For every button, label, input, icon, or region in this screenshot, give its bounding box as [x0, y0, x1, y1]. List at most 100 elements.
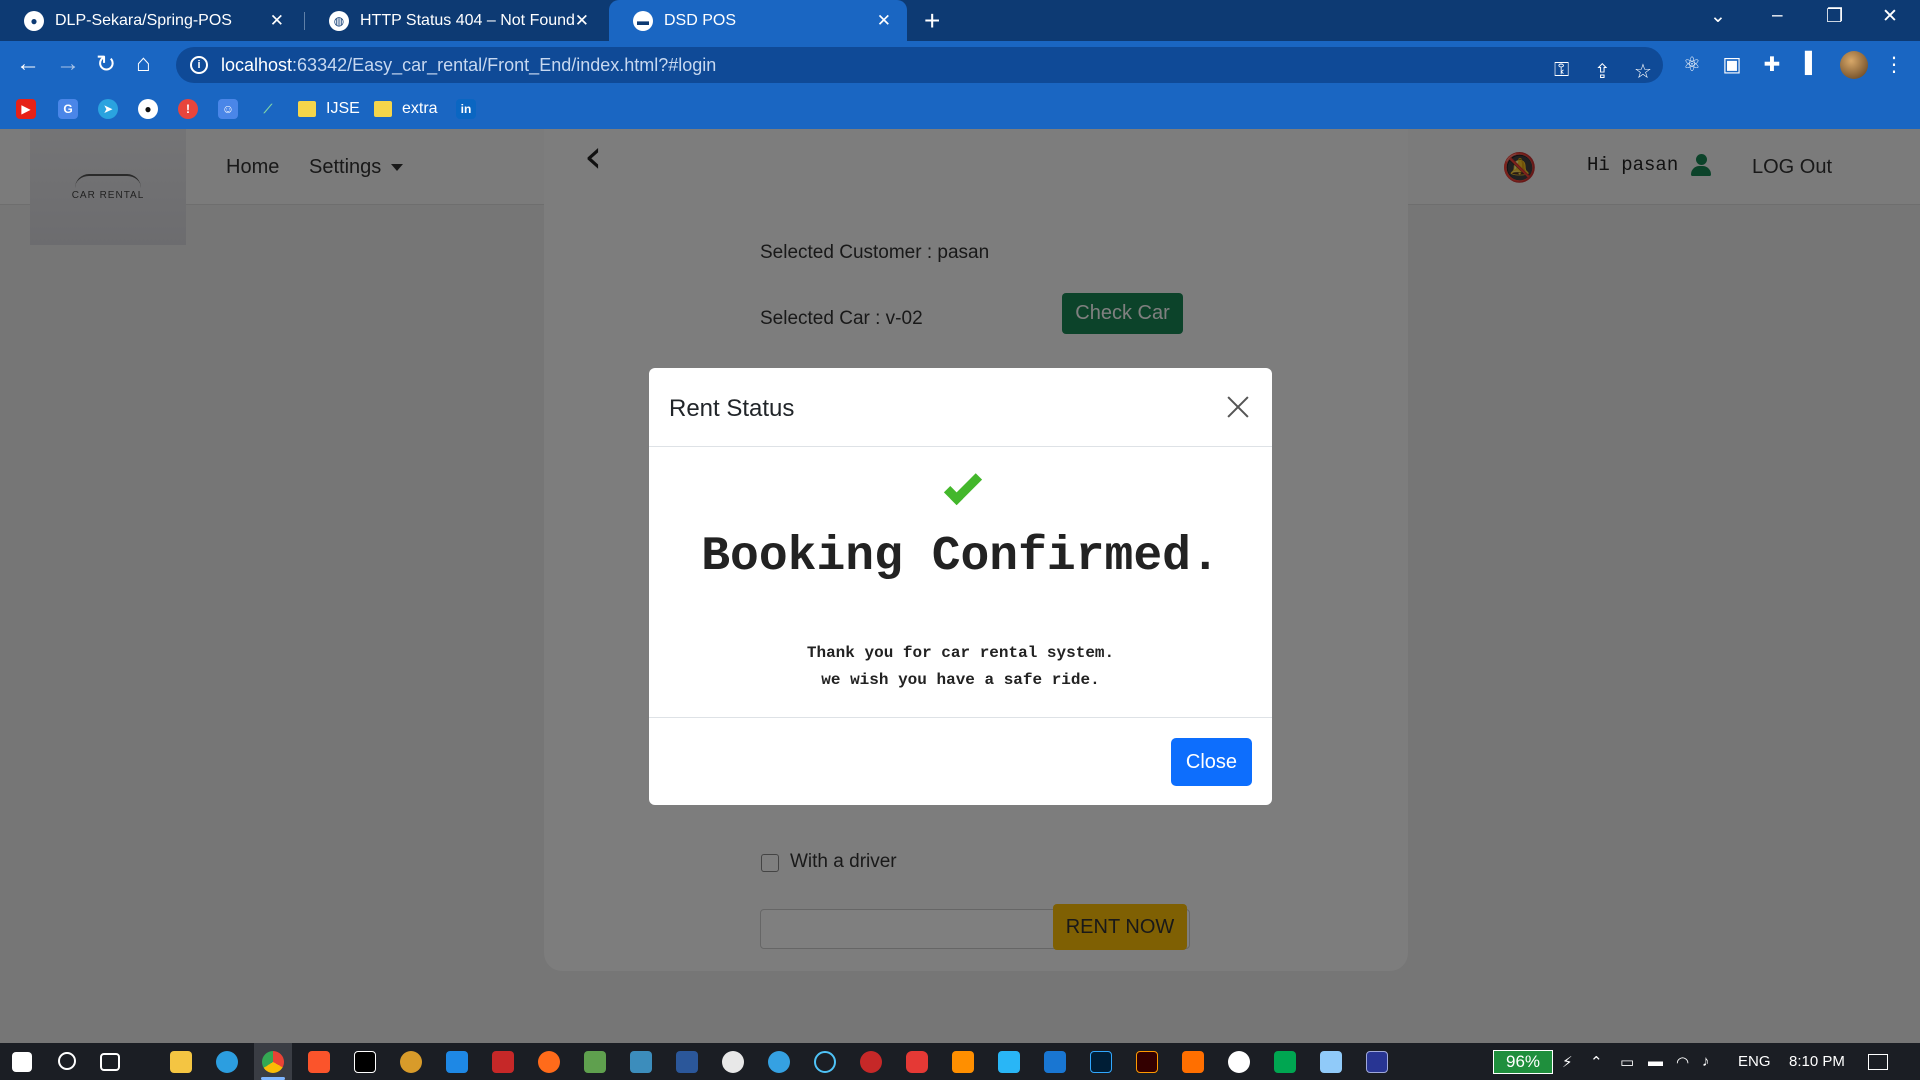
- forward-icon[interactable]: →: [56, 50, 80, 78]
- device-icon[interactable]: ▭: [1620, 1053, 1634, 1071]
- chart-bookmark[interactable]: ⟋: [258, 96, 288, 122]
- slack-icon[interactable]: [722, 1051, 744, 1073]
- recorder-icon[interactable]: [906, 1051, 928, 1073]
- browser-tab-strip: ● DLP-Sekara/Spring-POS ✕ ◍ HTTP Status …: [0, 0, 1920, 41]
- battery-icon[interactable]: ▬: [1648, 1053, 1663, 1070]
- photoshop-icon[interactable]: [1090, 1051, 1112, 1073]
- app-icon[interactable]: [860, 1051, 882, 1073]
- postman-icon[interactable]: [538, 1051, 560, 1073]
- mail-icon[interactable]: [1044, 1051, 1066, 1073]
- tab-label: HTTP Status 404 – Not Found: [360, 11, 575, 29]
- chevron-up-icon[interactable]: ⌃: [1590, 1053, 1603, 1071]
- linkedin-bookmark[interactable]: in: [456, 96, 486, 122]
- github-icon: ●: [138, 99, 158, 119]
- close-icon[interactable]: ✕: [575, 11, 589, 31]
- vlc-icon[interactable]: [952, 1051, 974, 1073]
- url-path: :63342/Easy_car_rental/Front_End/index.h…: [292, 54, 717, 75]
- contacts-bookmark[interactable]: ☺: [218, 96, 248, 122]
- task-view-icon[interactable]: [100, 1053, 120, 1071]
- modal-header: Rent Status: [649, 368, 1272, 447]
- clock[interactable]: 8:10 PM: [1789, 1053, 1845, 1070]
- file-explorer-icon[interactable]: [170, 1051, 192, 1073]
- side-panel-icon[interactable]: ▌: [1800, 52, 1824, 76]
- bookmark-folder-extra[interactable]: extra: [374, 96, 438, 122]
- node-icon[interactable]: [584, 1051, 606, 1073]
- bookmark-star-icon[interactable]: ☆: [1634, 59, 1652, 84]
- tab-spring-pos[interactable]: ● DLP-Sekara/Spring-POS ✕: [0, 0, 300, 41]
- translate-bookmark[interactable]: G: [58, 96, 88, 122]
- app-icon[interactable]: [400, 1051, 422, 1073]
- address-bar[interactable]: i localhost:63342/Easy_car_rental/Front_…: [176, 47, 1663, 83]
- app-icon[interactable]: [814, 1051, 836, 1073]
- bookmark-label: IJSE: [326, 100, 360, 117]
- minimize-icon[interactable]: –: [1772, 5, 1783, 27]
- rent-status-modal: Rent Status Booking Confirmed. Thank you…: [649, 368, 1272, 805]
- wifi-icon[interactable]: ◠: [1676, 1053, 1689, 1071]
- youtube-icon: ▶: [16, 99, 36, 119]
- window-close-icon[interactable]: ✕: [1882, 5, 1898, 28]
- word-icon[interactable]: [676, 1051, 698, 1073]
- app-icon[interactable]: [1366, 1051, 1388, 1073]
- app-icon[interactable]: [630, 1051, 652, 1073]
- charging-icon: ⚡: [1562, 1054, 1573, 1071]
- alert-icon: !: [178, 99, 198, 119]
- share-icon[interactable]: ⇪: [1594, 59, 1611, 84]
- app-icon[interactable]: [1228, 1051, 1250, 1073]
- folder-icon: [374, 101, 392, 117]
- booking-confirmed-heading: Booking Confirmed.: [701, 530, 1220, 584]
- page-viewport: CAR RENTAL Home Settings ‹ 🔕 Hi pasan LO…: [0, 129, 1920, 1043]
- tab-search-icon[interactable]: ⌄: [1710, 5, 1726, 28]
- notification-icon[interactable]: [1868, 1054, 1888, 1070]
- close-button[interactable]: Close: [1171, 738, 1252, 786]
- github-icon: ●: [24, 10, 44, 31]
- chrome-icon[interactable]: [262, 1051, 284, 1073]
- restore-icon[interactable]: ❐: [1826, 5, 1843, 28]
- url-host: localhost: [221, 54, 293, 75]
- alert-bookmark[interactable]: !: [178, 96, 208, 122]
- github-bookmark[interactable]: ●: [138, 96, 168, 122]
- folder-icon: [298, 101, 316, 117]
- profile-avatar[interactable]: [1840, 51, 1868, 79]
- vscode-icon[interactable]: [446, 1051, 468, 1073]
- close-icon[interactable]: [1223, 392, 1253, 422]
- react-devtools-icon[interactable]: ⚛: [1680, 52, 1704, 76]
- browser-toolbar: ← → ↻ ⌂ i localhost:63342/Easy_car_renta…: [0, 41, 1920, 89]
- close-icon[interactable]: ✕: [877, 11, 891, 31]
- battery-percentage[interactable]: 96%: [1493, 1050, 1553, 1074]
- app-icon[interactable]: [768, 1051, 790, 1073]
- globe-icon: ◍: [329, 10, 349, 31]
- app-icon[interactable]: [1320, 1051, 1342, 1073]
- filezilla-icon[interactable]: [492, 1051, 514, 1073]
- app-icon[interactable]: [1182, 1051, 1204, 1073]
- edge-icon[interactable]: [216, 1051, 238, 1073]
- bookmark-folder-ijse[interactable]: IJSE: [298, 96, 360, 122]
- youtube-bookmark[interactable]: ▶: [16, 96, 46, 122]
- close-icon[interactable]: ✕: [270, 11, 284, 31]
- new-tab-button[interactable]: +: [924, 5, 940, 37]
- site-info-icon[interactable]: i: [190, 56, 208, 74]
- language-indicator[interactable]: ENG: [1738, 1053, 1771, 1070]
- puzzle-icon[interactable]: ✚: [1760, 52, 1784, 76]
- app-icon[interactable]: [1274, 1051, 1296, 1073]
- brave-icon[interactable]: [308, 1051, 330, 1073]
- tab-dsd-pos[interactable]: ▬ DSD POS ✕: [609, 0, 907, 41]
- tab-label: DSD POS: [664, 11, 737, 29]
- menu-kebab-icon[interactable]: ⋮: [1882, 52, 1906, 76]
- back-icon[interactable]: ←: [16, 50, 40, 78]
- home-icon[interactable]: ⌂: [136, 50, 151, 78]
- windows-start-icon[interactable]: [12, 1052, 32, 1072]
- illustrator-icon[interactable]: [1136, 1051, 1158, 1073]
- tab-http-404[interactable]: ◍ HTTP Status 404 – Not Found ✕: [305, 0, 605, 41]
- extension-car-icon[interactable]: ▣: [1720, 52, 1744, 76]
- key-icon[interactable]: ⚿: [1554, 59, 1569, 82]
- modal-footer: Close: [649, 717, 1272, 805]
- app-icon[interactable]: [998, 1051, 1020, 1073]
- search-icon[interactable]: [58, 1052, 76, 1070]
- volume-icon[interactable]: ♪: [1702, 1053, 1710, 1070]
- telegram-bookmark[interactable]: ➤: [98, 96, 128, 122]
- car-favicon-icon: ▬: [633, 10, 653, 31]
- reload-icon[interactable]: ↻: [96, 50, 116, 79]
- chart-icon: ⟋: [263, 101, 273, 116]
- telegram-icon: ➤: [98, 99, 118, 119]
- intellij-icon[interactable]: [354, 1051, 376, 1073]
